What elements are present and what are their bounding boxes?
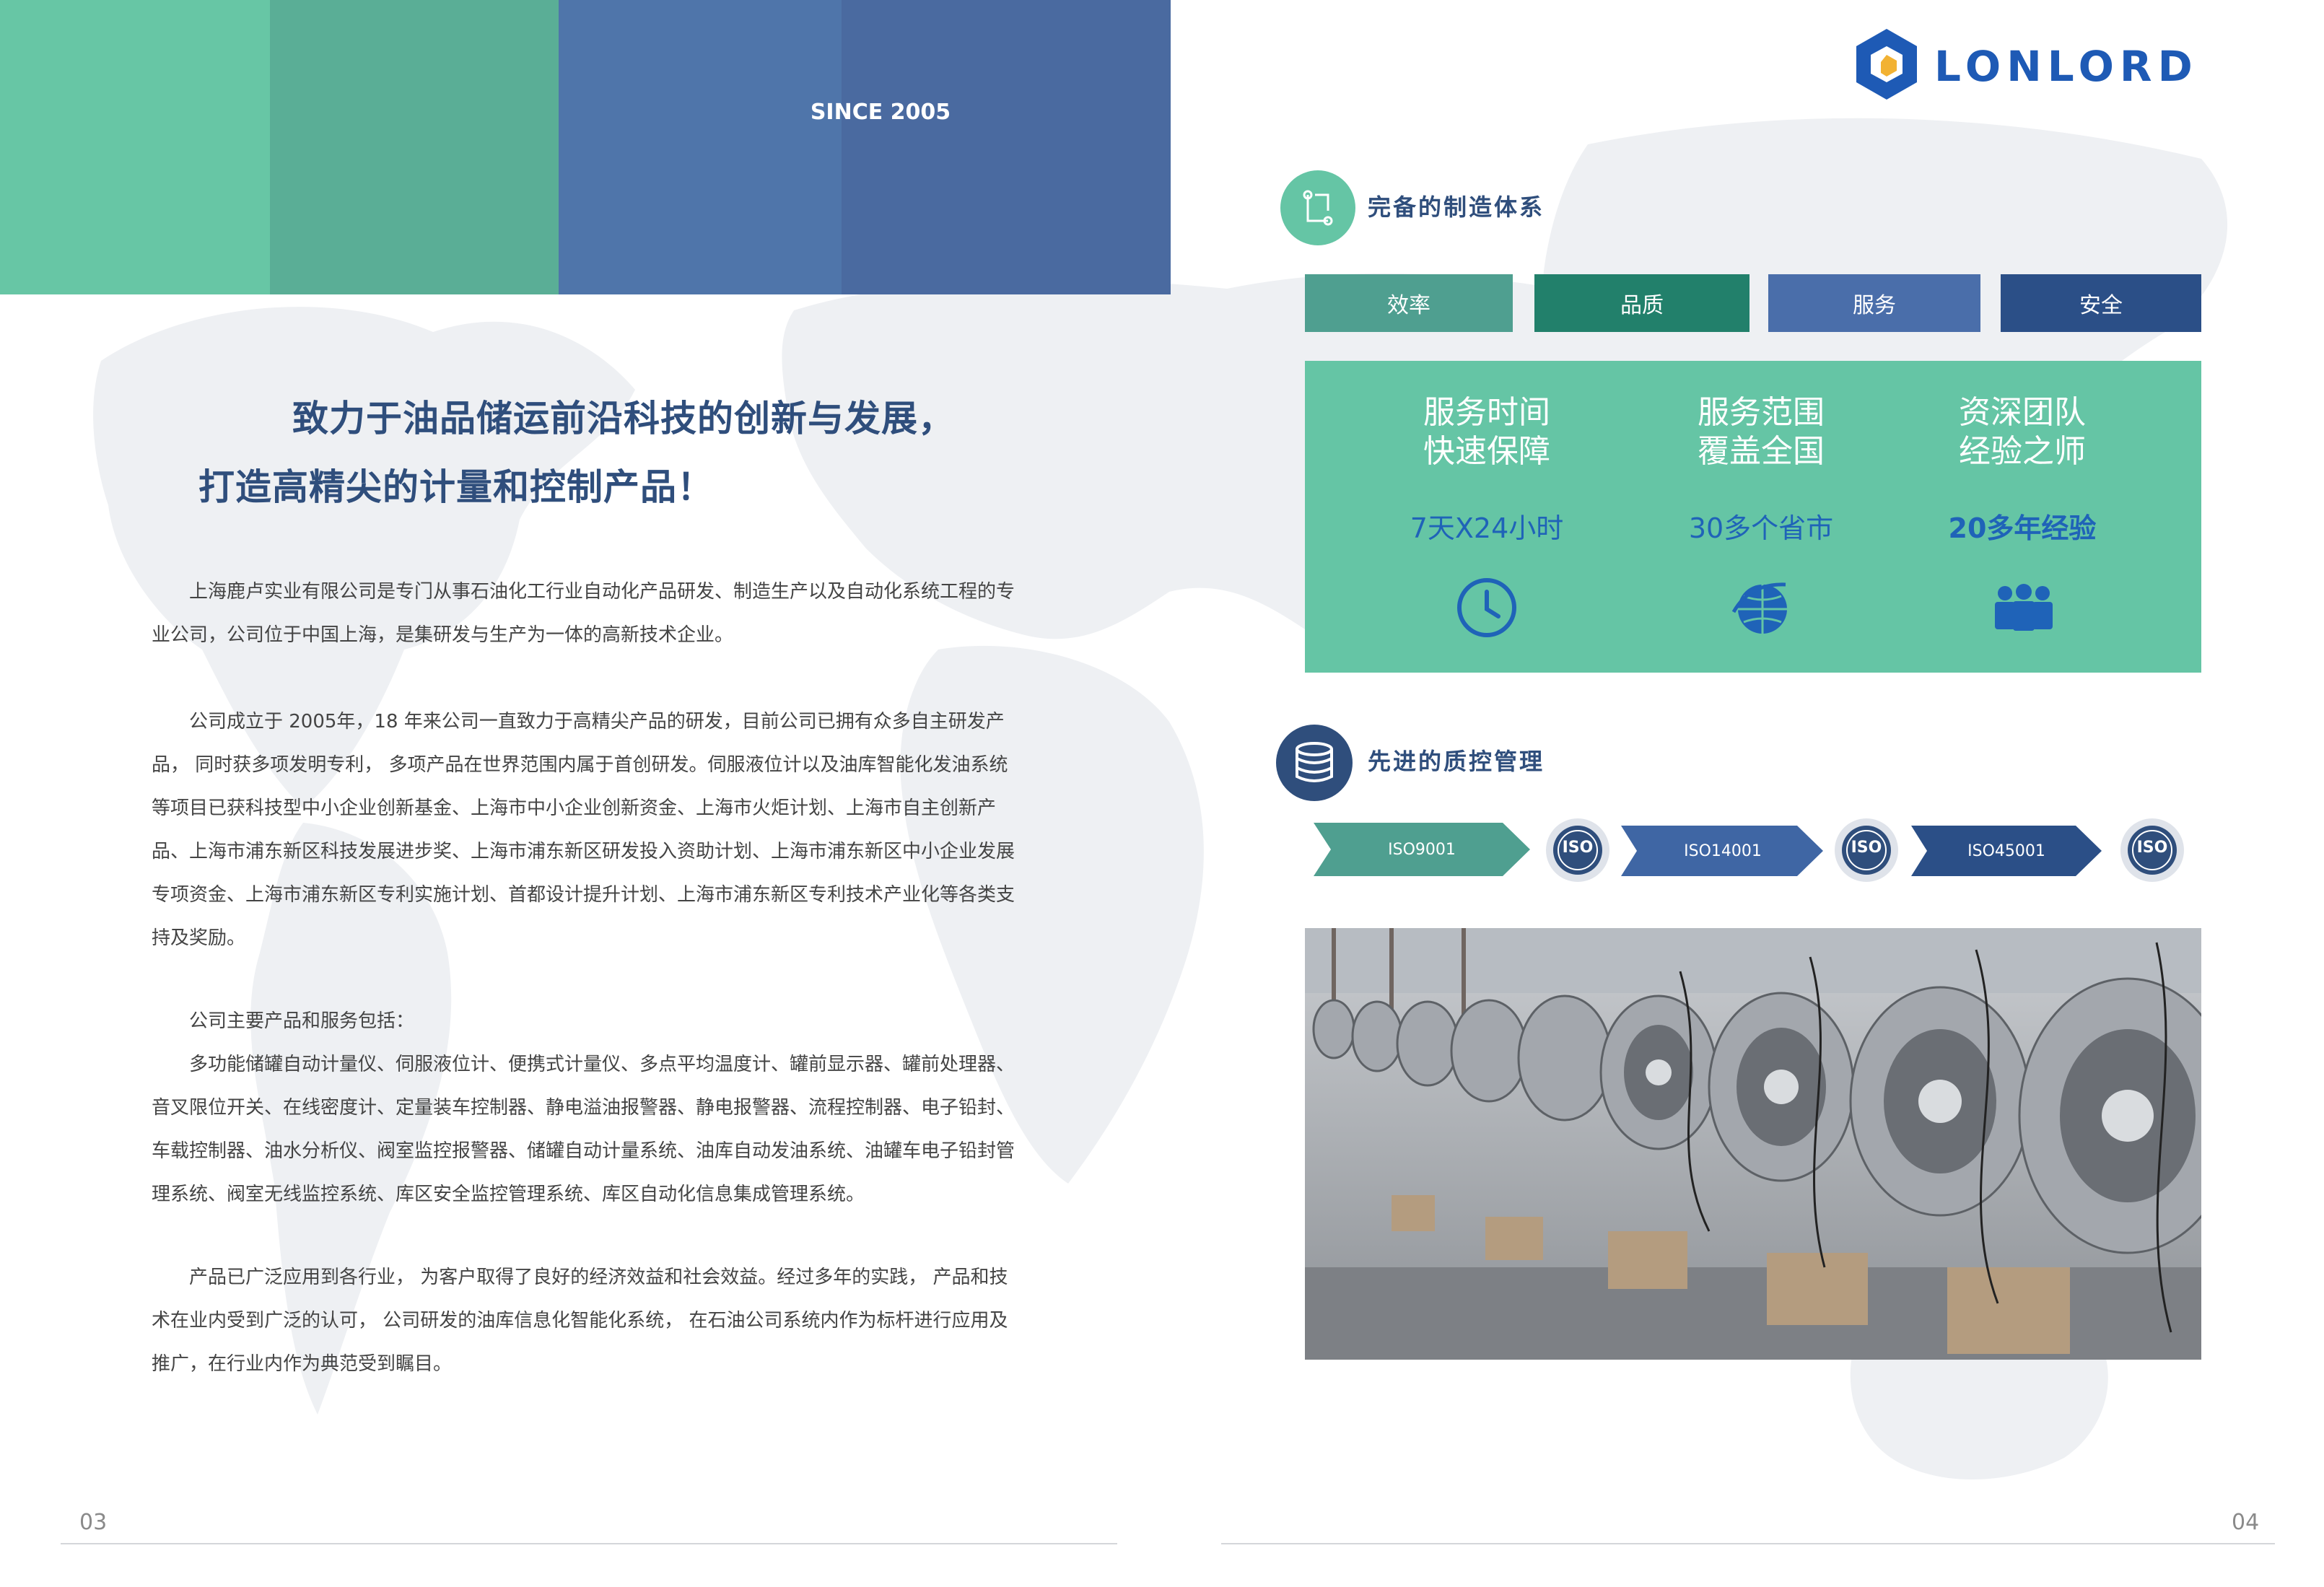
clock-icon [1457, 578, 1516, 637]
products-heading: 公司主要产品和服务包括： [189, 1010, 415, 1032]
feature-title: 覆盖全国 [1698, 433, 1825, 470]
tab-safety[interactable]: 安全 [2001, 274, 2201, 332]
feature-title: 服务范围 [1698, 394, 1825, 431]
iso45001-label: ISO45001 [1967, 841, 2045, 860]
products-paragraph: 公司主要产品和服务包括： 多功能储罐自动计量仪、伺服液位计、便携式计量仪、多点平… [152, 1000, 1018, 1216]
feature-senior-team: 资深团队 经验之师 20多年经验 [1914, 393, 2131, 546]
page-number-right: 04 [2232, 1510, 2260, 1535]
feature-service-time: 服务时间 快速保障 7天X24小时 [1379, 393, 1595, 546]
intro-paragraph: 上海鹿卢实业有限公司是专门从事石油化工行业自动化产品研发、制造生产以及自动化系统… [152, 570, 1018, 657]
footer-divider-left [61, 1543, 1117, 1544]
feature-service-scope: 服务范围 覆盖全国 30多个省市 [1653, 393, 1869, 546]
paragraph-text: 公司成立于 2005年，18 年来公司一直致力于高精尖产品的研发，目前公司已拥有… [152, 711, 1015, 949]
header-band-blue [559, 0, 842, 294]
iso-seal-icon: ISO [2119, 817, 2185, 883]
history-paragraph: 公司成立于 2005年，18 年来公司一直致力于高精尖产品的研发，目前公司已拥有… [152, 700, 1018, 960]
headline-line-1: 致力于油品储运前沿科技的创新与发展， [292, 398, 955, 440]
logo-wordmark: LONLORD [1934, 42, 2198, 91]
paragraph-text: 上海鹿卢实业有限公司是专门从事石油化工行业自动化产品研发、制造生产以及自动化系统… [152, 581, 1015, 646]
header-band-green [0, 0, 270, 294]
tab-efficiency[interactable]: 效率 [1305, 274, 1513, 332]
header-band-dark-blue [842, 0, 1171, 294]
headline-line-2: 打造高精尖的计量和控制产品！ [198, 466, 714, 508]
section-title-quality: 先进的质控管理 [1368, 748, 1545, 775]
seal-text: ISO [2136, 839, 2168, 857]
page-number-left: 03 [79, 1510, 108, 1535]
product-line-photo [1305, 928, 2201, 1360]
feature-title: 经验之师 [1959, 433, 2086, 470]
logo-mark [1856, 29, 1917, 100]
iso14001-label: ISO14001 [1684, 841, 1762, 860]
feature-title: 快速保障 [1423, 433, 1550, 470]
feature-value: 20多年经验 [1948, 512, 2097, 544]
feature-title: 资深团队 [1959, 394, 2086, 431]
quality-control-icon [1276, 725, 1353, 801]
manufacturing-icon [1280, 170, 1355, 245]
feature-value: 30多个省市 [1688, 512, 1834, 544]
application-paragraph: 产品已广泛应用到各行业， 为客户取得了良好的经济效益和社会效益。经过多年的实践，… [152, 1256, 1018, 1386]
tab-quality[interactable]: 品质 [1534, 274, 1749, 332]
header-band-mid-green [270, 0, 559, 294]
paragraph-text: 产品已广泛应用到各行业， 为客户取得了良好的经济效益和社会效益。经过多年的实践，… [152, 1267, 1008, 1375]
footer-divider-right [1221, 1543, 2275, 1544]
team-icon [1995, 584, 2053, 631]
feature-value: 7天X24小时 [1410, 512, 1564, 544]
since-label: SINCE 2005 [810, 100, 951, 125]
iso9001-label: ISO9001 [1388, 840, 1456, 859]
seal-text: ISO [1562, 839, 1594, 857]
section-title-manufacturing: 完备的制造体系 [1368, 193, 1545, 221]
feature-title: 服务时间 [1423, 394, 1550, 431]
iso-seal-icon: ISO [1545, 817, 1611, 883]
seal-text: ISO [1851, 839, 1882, 857]
globe-icon [1731, 582, 1787, 634]
tab-service[interactable]: 服务 [1768, 274, 1980, 332]
paragraph-text: 多功能储罐自动计量仪、伺服液位计、便携式计量仪、多点平均温度计、罐前显示器、罐前… [152, 1054, 1015, 1205]
iso-seal-icon: ISO [1833, 817, 1900, 883]
